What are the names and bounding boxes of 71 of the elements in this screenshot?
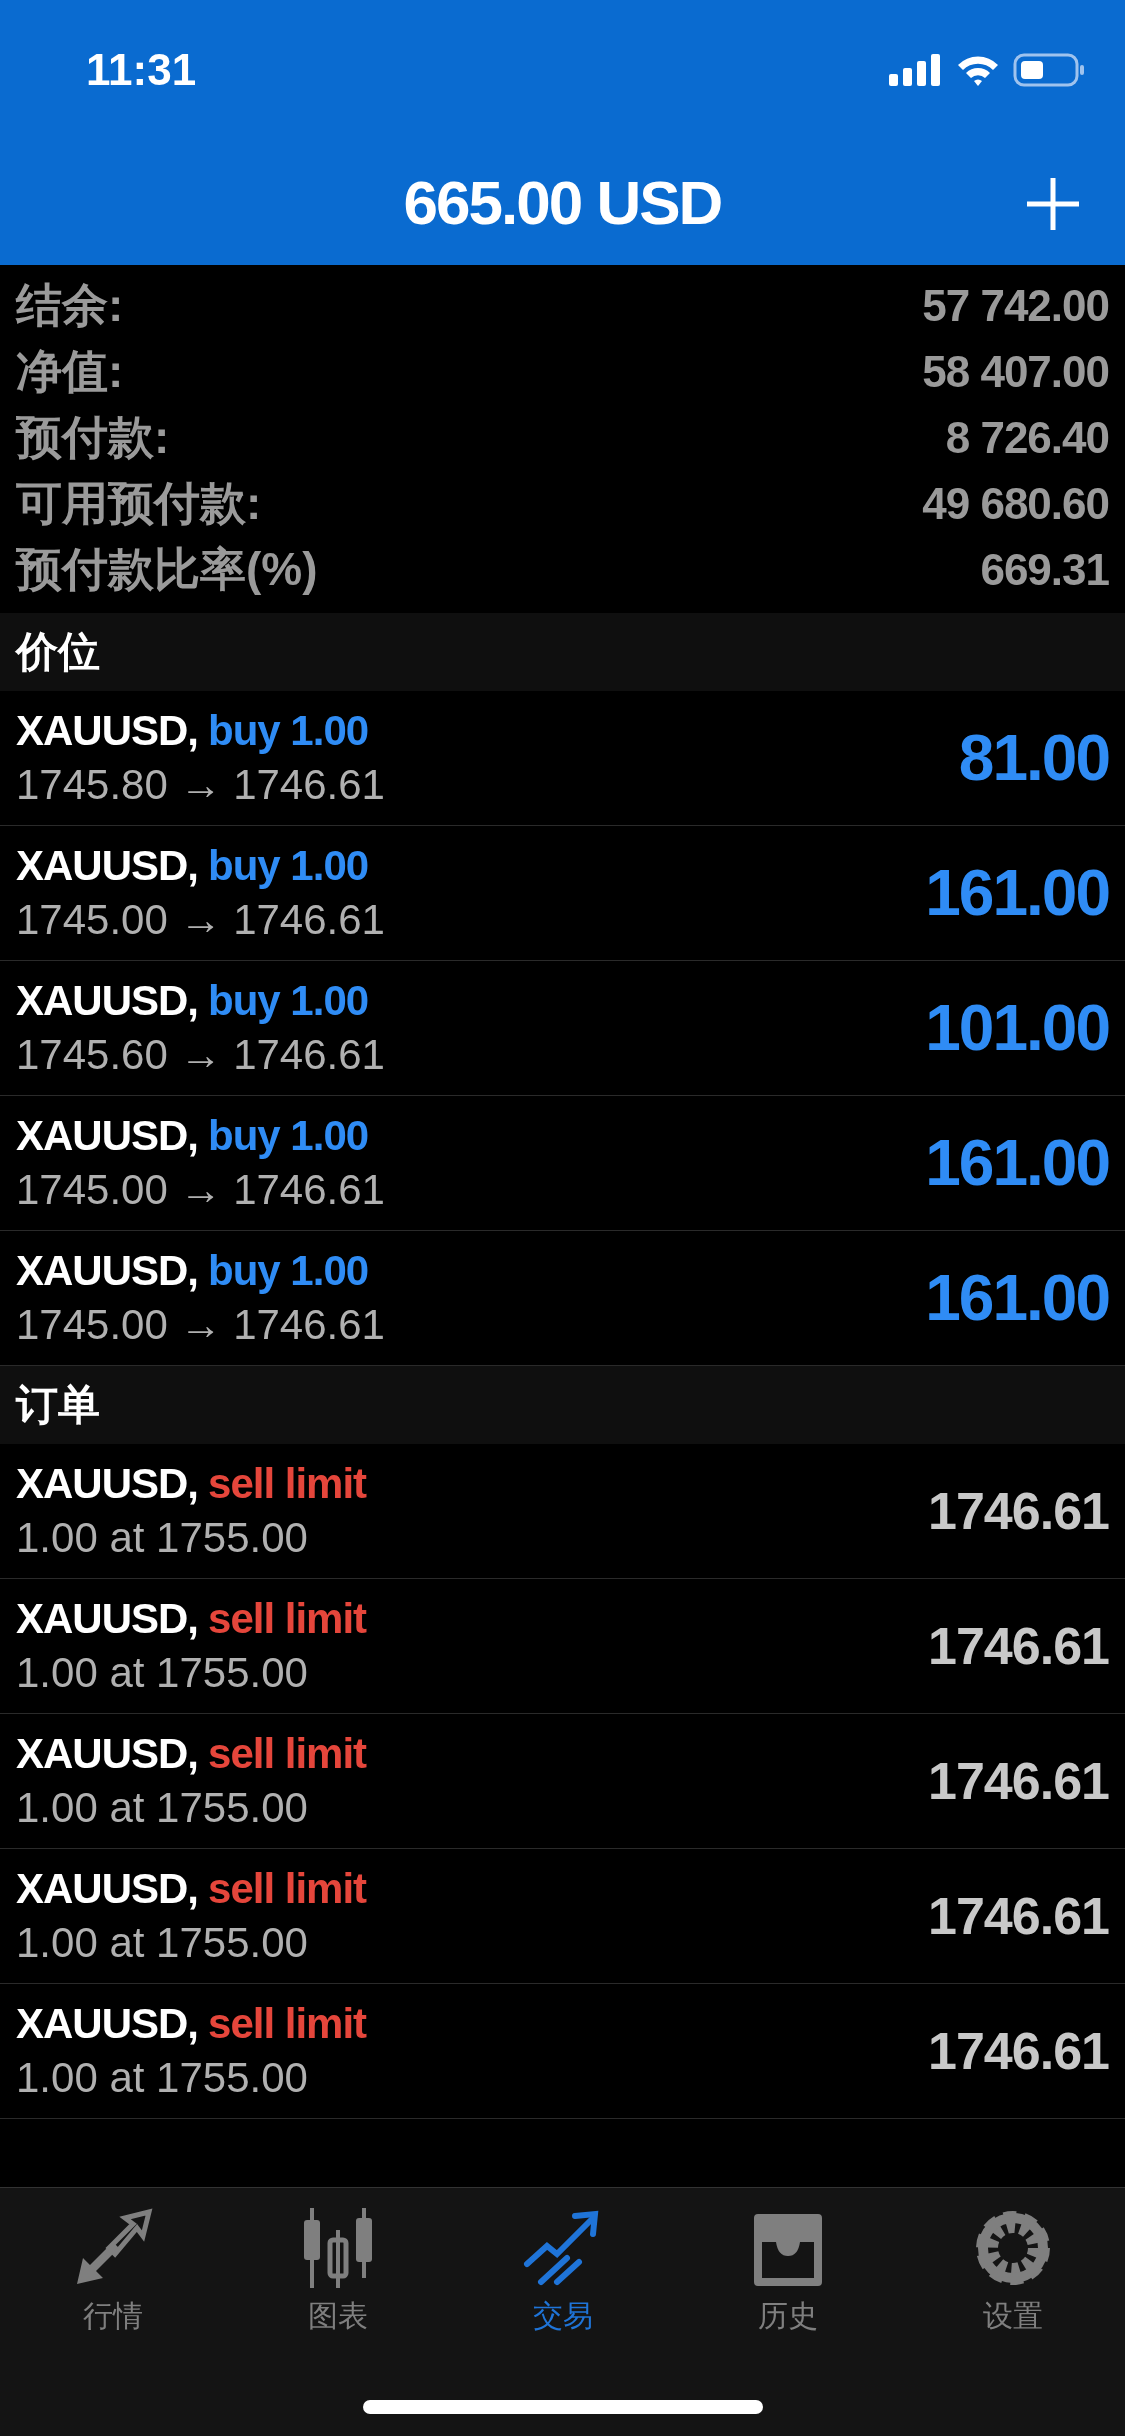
- position-row[interactable]: XAUUSD, buy 1.00 1745.00 → 1746.61 161.00: [0, 826, 1125, 961]
- symbol-text: XAUUSD,: [16, 1730, 199, 1778]
- price-range: 1745.00 → 1746.61: [16, 896, 385, 944]
- summary-value: 8 726.40: [945, 413, 1109, 463]
- summary-label: 预付款:: [16, 410, 170, 465]
- tab-item[interactable]: 图表: [225, 2208, 450, 2337]
- trade-type: buy 1.00: [208, 1112, 369, 1160]
- profit-value: 161.00: [925, 1261, 1109, 1335]
- position-row[interactable]: XAUUSD, buy 1.00 1745.60 → 1746.61 101.00: [0, 961, 1125, 1096]
- position-row[interactable]: XAUUSD, buy 1.00 1745.00 → 1746.61 161.00: [0, 1096, 1125, 1231]
- summary-value: 49 680.60: [922, 479, 1109, 529]
- symbol-text: XAUUSD,: [16, 1595, 199, 1643]
- add-icon[interactable]: [1025, 176, 1081, 232]
- summary-value: 57 742.00: [922, 281, 1109, 331]
- summary-label: 结余:: [16, 278, 124, 333]
- profit-value: 81.00: [958, 721, 1109, 795]
- summary-value: 58 407.00: [922, 347, 1109, 397]
- symbol-text: XAUUSD,: [16, 2000, 199, 2048]
- symbol-text: XAUUSD,: [16, 1460, 199, 1508]
- order-detail: 1.00 at 1755.00: [16, 1649, 309, 1697]
- order-detail: 1.00 at 1755.00: [16, 2054, 309, 2102]
- summary-label: 净值:: [16, 344, 124, 399]
- current-price: 1746.61: [928, 1481, 1109, 1541]
- trade-type: buy 1.00: [208, 707, 369, 755]
- price-range: 1745.00 → 1746.61: [16, 1166, 385, 1214]
- order-type: sell limit: [208, 1865, 367, 1913]
- symbol-text: XAUUSD,: [16, 1247, 199, 1295]
- symbol-text: XAUUSD,: [16, 1865, 199, 1913]
- symbol-text: XAUUSD,: [16, 707, 199, 755]
- summary-label: 预付款比率(%): [16, 542, 318, 597]
- price-range: 1745.00 → 1746.61: [16, 1301, 385, 1349]
- current-price: 1746.61: [928, 2021, 1109, 2081]
- profit-value: 161.00: [925, 1126, 1109, 1200]
- section-title: 价位: [16, 627, 100, 677]
- section-title: 订单: [16, 1380, 100, 1430]
- position-row[interactable]: XAUUSD, buy 1.00 1745.80 → 1746.61 81.00: [0, 691, 1125, 826]
- symbol-text: XAUUSD,: [16, 1112, 199, 1160]
- tab-item[interactable]: 设置: [900, 2208, 1125, 2337]
- tab-item[interactable]: 行情: [0, 2208, 225, 2337]
- summary-label: 可用预付款:: [16, 476, 262, 531]
- order-type: sell limit: [208, 1595, 367, 1643]
- order-type: sell limit: [208, 1730, 367, 1778]
- order-row[interactable]: XAUUSD, sell limit 1.00 at 1755.00 1746.61: [0, 1984, 1125, 2119]
- summary-value: 669.31: [980, 545, 1109, 595]
- tab-item[interactable]: 历史: [675, 2208, 900, 2337]
- order-detail: 1.00 at 1755.00: [16, 1919, 309, 1967]
- symbol-text: XAUUSD,: [16, 977, 199, 1025]
- order-row[interactable]: XAUUSD, sell limit 1.00 at 1755.00 1746.61: [0, 1714, 1125, 1849]
- balance-title: 665.00 USD: [403, 167, 722, 238]
- order-row[interactable]: XAUUSD, sell limit 1.00 at 1755.00 1746.61: [0, 1444, 1125, 1579]
- current-price: 1746.61: [928, 1751, 1109, 1811]
- order-row[interactable]: XAUUSD, sell limit 1.00 at 1755.00 1746.61: [0, 1849, 1125, 1984]
- current-price: 1746.61: [928, 1616, 1109, 1676]
- order-detail: 1.00 at 1755.00: [16, 1514, 309, 1562]
- profit-value: 161.00: [925, 856, 1109, 930]
- order-type: sell limit: [208, 2000, 367, 2048]
- battery-icon: [1013, 53, 1085, 87]
- order-type: sell limit: [208, 1460, 367, 1508]
- symbol-text: XAUUSD,: [16, 842, 199, 890]
- price-range: 1745.60 → 1746.61: [16, 1031, 385, 1079]
- order-detail: 1.00 at 1755.00: [16, 1784, 309, 1832]
- trade-type: buy 1.00: [208, 977, 369, 1025]
- signal-icon: [889, 54, 943, 86]
- trade-type: buy 1.00: [208, 1247, 369, 1295]
- tab-item[interactable]: 交易: [450, 2208, 675, 2337]
- current-price: 1746.61: [928, 1886, 1109, 1946]
- status-time: 11:31: [86, 45, 197, 95]
- profit-value: 101.00: [925, 991, 1109, 1065]
- order-row[interactable]: XAUUSD, sell limit 1.00 at 1755.00 1746.61: [0, 1579, 1125, 1714]
- price-range: 1745.80 → 1746.61: [16, 761, 385, 809]
- trade-type: buy 1.00: [208, 842, 369, 890]
